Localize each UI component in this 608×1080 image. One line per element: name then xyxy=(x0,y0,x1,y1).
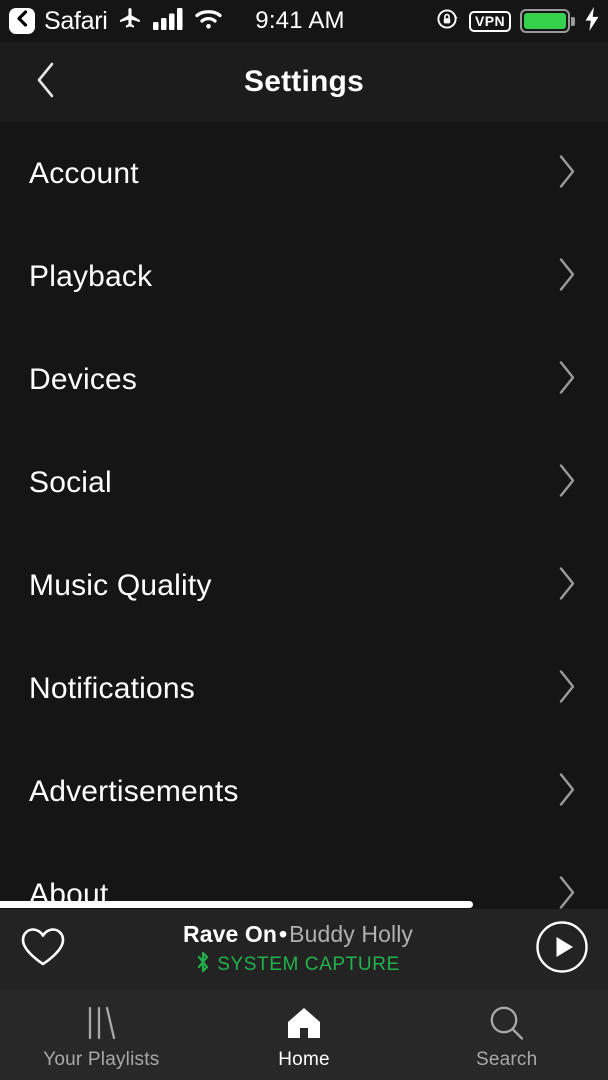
status-bar-clock: 9:41 AM xyxy=(255,7,345,34)
home-icon xyxy=(284,1004,324,1042)
settings-row-devices[interactable]: Devices xyxy=(0,328,608,431)
settings-row-label: Music Quality xyxy=(29,568,212,602)
status-bar: Safari 9:41 AM VPN xyxy=(0,0,608,42)
charging-bolt-icon xyxy=(584,6,600,36)
page-header: Settings xyxy=(0,42,608,122)
chevron-right-icon xyxy=(556,256,578,297)
vpn-badge: VPN xyxy=(469,10,511,32)
settings-row-label: Notifications xyxy=(29,671,196,705)
search-icon xyxy=(487,1004,527,1042)
settings-row-social[interactable]: Social xyxy=(0,431,608,534)
tab-search[interactable]: Search xyxy=(405,990,608,1080)
settings-row-advertisements[interactable]: Advertisements xyxy=(0,740,608,843)
chevron-right-icon xyxy=(556,668,578,709)
settings-row-label: Advertisements xyxy=(29,774,239,808)
heart-outline-icon xyxy=(20,926,66,973)
page-title: Settings xyxy=(244,65,364,98)
rotation-lock-icon xyxy=(436,7,460,36)
settings-row-notifications[interactable]: Notifications xyxy=(0,637,608,740)
battery-icon xyxy=(520,9,575,33)
settings-row-label: Account xyxy=(29,156,139,190)
now-playing-device: SYSTEM CAPTURE xyxy=(217,953,400,975)
settings-row-label: Playback xyxy=(29,259,153,293)
settings-list[interactable]: Account Playback Devices Social Music Qu xyxy=(0,122,608,909)
chevron-right-icon xyxy=(556,874,578,909)
chevron-right-icon xyxy=(556,359,578,400)
now-playing-separator: • xyxy=(279,920,288,947)
chevron-right-icon xyxy=(556,153,578,194)
like-button[interactable] xyxy=(0,926,86,973)
chevron-right-icon xyxy=(556,771,578,812)
now-playing-device-line[interactable]: SYSTEM CAPTURE xyxy=(196,951,400,979)
bluetooth-icon xyxy=(196,951,210,979)
tab-label: Home xyxy=(278,1048,330,1070)
settings-row-account[interactable]: Account xyxy=(0,122,608,225)
tab-label: Search xyxy=(475,1048,538,1070)
now-playing-track: Rave On xyxy=(183,920,278,947)
settings-row-label: Devices xyxy=(29,362,138,396)
play-button-icon xyxy=(535,920,589,979)
tab-home[interactable]: Home xyxy=(203,990,406,1080)
settings-row-label: Social xyxy=(29,465,112,499)
scroll-indicator[interactable] xyxy=(0,901,473,908)
bottom-tab-bar: Your Playlists Home Search xyxy=(0,990,608,1080)
tab-label: Your Playlists xyxy=(43,1048,160,1070)
now-playing-info[interactable]: Rave On•Buddy Holly SYSTEM CAPTURE xyxy=(80,921,516,979)
now-playing-artist: Buddy Holly xyxy=(289,920,413,947)
app-screen: Safari 9:41 AM VPN Settings Account Play… xyxy=(0,0,608,1080)
settings-row-playback[interactable]: Playback xyxy=(0,225,608,328)
back-chevron-icon xyxy=(34,61,58,104)
playlists-icon xyxy=(81,1004,121,1042)
settings-row-music-quality[interactable]: Music Quality xyxy=(0,534,608,637)
chevron-right-icon xyxy=(556,565,578,606)
tab-your-playlists[interactable]: Your Playlists xyxy=(0,990,203,1080)
chevron-right-icon xyxy=(556,462,578,503)
header-back-button[interactable] xyxy=(18,42,74,122)
now-playing-track-line: Rave On•Buddy Holly xyxy=(183,921,413,948)
play-button[interactable] xyxy=(516,920,608,979)
settings-row-about[interactable]: About xyxy=(0,843,608,909)
now-playing-bar[interactable]: Rave On•Buddy Holly SYSTEM CAPTURE xyxy=(0,909,608,990)
status-bar-right: VPN xyxy=(436,0,600,42)
